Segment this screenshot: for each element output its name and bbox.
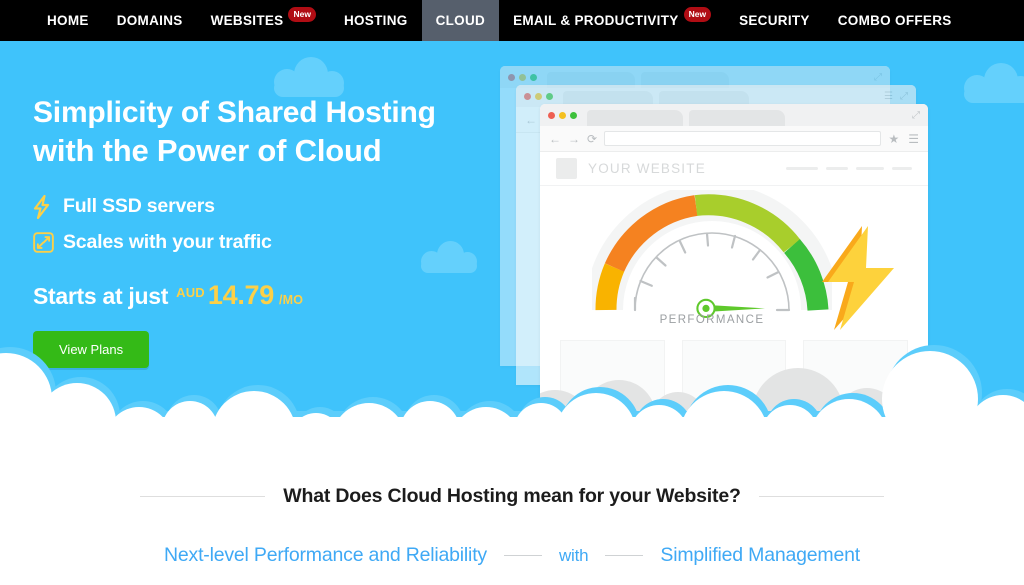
close-dot-icon [548, 111, 555, 119]
minimize-dot-icon [559, 111, 566, 119]
price-row: Starts at just AUD 14.79 /MO [33, 280, 493, 311]
nav-placeholder-line [856, 167, 884, 170]
browser-titlebar: ⤢ [540, 104, 928, 126]
mock-site-nav [786, 167, 912, 170]
nav-item-label: EMAIL & PRODUCTIVITY [513, 13, 679, 28]
top-navigation-bar: HOME DOMAINS WEBSITES New HOSTING CLOUD … [0, 0, 1024, 41]
back-arrow-icon[interactable]: ← [525, 113, 537, 127]
close-dot-icon [524, 92, 531, 100]
performance-gauge [592, 190, 832, 319]
browser-urlbar: ← → ⟳ ★ ☰ [540, 126, 928, 152]
decorative-cloud-right [962, 63, 1024, 103]
new-badge: New [683, 7, 712, 22]
nav-item-combo-offers[interactable]: COMBO OFFERS [824, 0, 966, 41]
divider-small-left [503, 554, 542, 557]
scale-arrows-icon [33, 230, 63, 256]
links-connector-label: with [558, 545, 589, 565]
nav-item-label: SECURITY [739, 13, 810, 28]
reload-icon[interactable]: ⟳ [587, 132, 597, 146]
section-title-row: What Does Cloud Hosting mean for your We… [0, 485, 1024, 508]
maximize-dot-icon [546, 92, 553, 100]
mock-site-body: YOUR WEBSITE PERFORMANCE [540, 152, 928, 411]
view-plans-button[interactable]: View Plans [33, 330, 150, 368]
browser-mockup-illustration: ⤢ ☰ ⤢ ← → ⟳ [492, 66, 932, 411]
price-lead-text: Starts at just [33, 282, 169, 309]
feature-item-ssd: Full SSD servers [33, 194, 493, 220]
forward-arrow-icon[interactable]: → [568, 132, 580, 146]
hero-headline-line2: with the Power of Cloud [33, 132, 382, 168]
nav-item-home[interactable]: HOME [33, 0, 103, 41]
nav-item-label: HOSTING [343, 13, 408, 28]
bookmark-star-icon[interactable]: ★ [888, 132, 899, 146]
divider-right [758, 496, 884, 497]
maximize-dot-icon [570, 111, 577, 119]
menu-icon: ☰ [884, 90, 893, 102]
maximize-dot-icon [530, 73, 537, 81]
section-title: What Does Cloud Hosting mean for your We… [283, 485, 741, 507]
nav-placeholder-line [786, 167, 818, 170]
nav-item-label: COMBO OFFERS [837, 13, 952, 28]
price-period: /MO [278, 292, 304, 307]
mock-site-header: YOUR WEBSITE [540, 152, 928, 186]
benefit-links-row: Next-level Performance and Reliability w… [0, 544, 1024, 567]
new-badge: New [288, 7, 316, 22]
decorative-cloud-top-left [272, 57, 346, 97]
nav-item-domains[interactable]: DOMAINS [103, 0, 197, 41]
nav-item-label: DOMAINS [116, 13, 183, 28]
minimize-dot-icon [535, 92, 542, 100]
divider-small-right [605, 554, 644, 557]
link-simplified-management[interactable]: Simplified Management [660, 544, 860, 567]
browser-window-front: ⤢ ← → ⟳ ★ ☰ YOUR WEBSITE PERFORMANCE [540, 104, 928, 411]
nav-placeholder-line [826, 167, 848, 170]
nav-item-label: CLOUD [435, 13, 486, 28]
browser-tab[interactable] [689, 110, 785, 126]
gauge-label: PERFORMANCE [659, 314, 765, 326]
nav-item-label: WEBSITES [210, 13, 284, 28]
price-currency: AUD [176, 284, 205, 300]
lightning-bolt-icon [33, 194, 63, 220]
link-next-level-performance[interactable]: Next-level Performance and Reliability [164, 544, 487, 567]
hero-banner: Simplicity of Shared Hosting with the Po… [0, 41, 1024, 445]
performance-gauge-area: PERFORMANCE [540, 186, 928, 334]
back-arrow-icon[interactable]: ← [549, 132, 561, 146]
feature-label: Scales with your traffic [63, 231, 272, 254]
nav-placeholder-line [892, 167, 912, 170]
hero-headline-line1: Simplicity of Shared Hosting [33, 96, 436, 129]
feature-item-scales: Scales with your traffic [33, 230, 493, 256]
menu-icon[interactable]: ☰ [908, 132, 919, 146]
expand-icon: ⤢ [874, 71, 882, 83]
page-root: HOME DOMAINS WEBSITES New HOSTING CLOUD … [0, 0, 1024, 585]
nav-item-hosting[interactable]: HOSTING [330, 0, 422, 41]
minimize-dot-icon [519, 73, 526, 81]
site-logo-icon [556, 158, 577, 179]
hero-cloud-band [0, 345, 1024, 445]
browser-tab[interactable] [587, 110, 683, 126]
nav-item-security[interactable]: SECURITY [725, 0, 824, 41]
url-input[interactable] [604, 131, 882, 146]
lightning-bolt-overlay-icon [822, 226, 894, 330]
close-dot-icon [508, 73, 515, 81]
hero-feature-list: Full SSD servers Scales with your traffi… [33, 194, 493, 256]
nav-item-label: HOME [47, 13, 89, 28]
expand-icon: ⤢ [900, 90, 908, 102]
nav-item-websites[interactable]: WEBSITES New [197, 0, 330, 41]
price-amount: 14.79 [207, 279, 274, 310]
divider-left [140, 496, 266, 497]
site-name-label: YOUR WEBSITE [588, 161, 706, 176]
hero-text-block: Simplicity of Shared Hosting with the Po… [33, 96, 493, 368]
nav-item-email-productivity[interactable]: EMAIL & PRODUCTIVITY New [499, 0, 725, 41]
feature-label: Full SSD servers [63, 195, 215, 218]
expand-icon[interactable]: ⤢ [912, 110, 920, 121]
nav-item-cloud[interactable]: CLOUD [421, 0, 500, 41]
lower-content-section: What Does Cloud Hosting mean for your We… [0, 445, 1024, 585]
